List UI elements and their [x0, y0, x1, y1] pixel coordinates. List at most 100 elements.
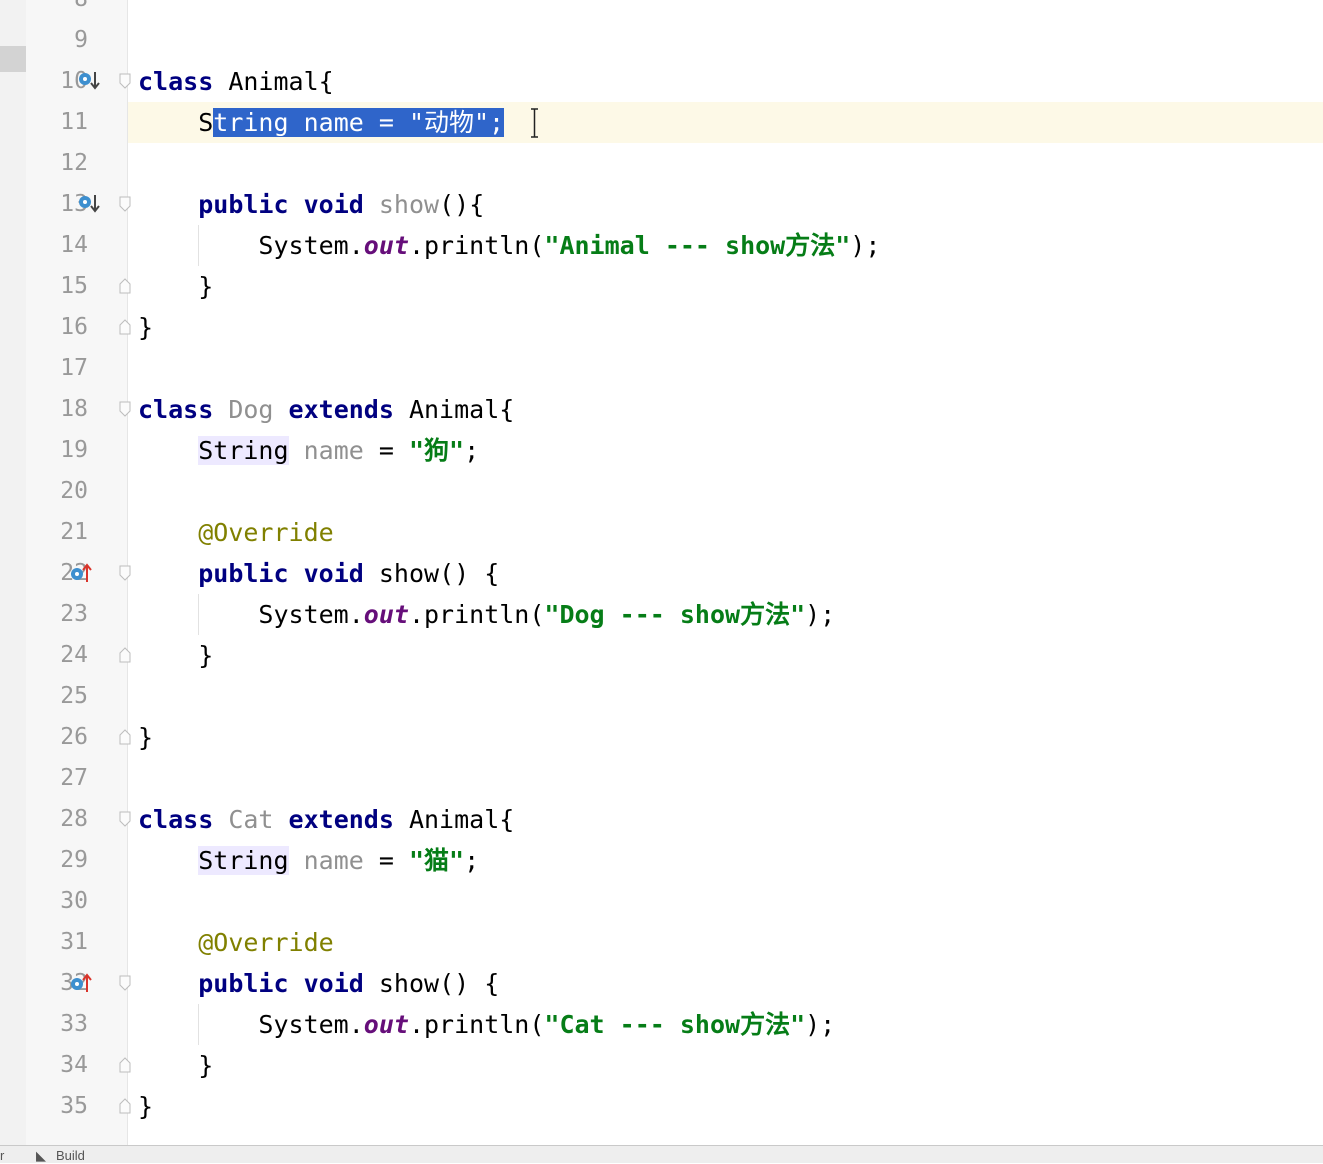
- line-number[interactable]: 9: [26, 20, 88, 61]
- code-line[interactable]: }: [138, 635, 213, 676]
- gutter-row: 31: [26, 922, 127, 963]
- code-token: ;: [464, 846, 480, 875]
- code-line[interactable]: System.out.println("Dog --- show方法");: [138, 594, 835, 635]
- code-line[interactable]: System.out.println("Animal --- show方法");: [138, 225, 880, 266]
- tool-window-strip: [0, 0, 27, 1145]
- overridden-method-icon[interactable]: [78, 193, 100, 213]
- indent-guide: [198, 225, 199, 266]
- code-token: void: [303, 559, 364, 588]
- fold-end-icon[interactable]: [119, 1057, 131, 1073]
- gutter-row: 15: [26, 266, 131, 307]
- code-token: }: [138, 272, 214, 301]
- code-line[interactable]: }: [138, 266, 213, 307]
- overrides-method-icon[interactable]: [70, 972, 92, 992]
- code-token: @Override: [198, 518, 334, 547]
- line-number[interactable]: 33: [26, 1004, 88, 1045]
- code-line[interactable]: String name = "动物";: [138, 102, 505, 143]
- line-number[interactable]: 30: [26, 881, 88, 922]
- fold-end-icon[interactable]: [119, 647, 131, 663]
- line-number[interactable]: 35: [26, 1086, 88, 1127]
- code-line[interactable]: public void show() {: [138, 553, 499, 594]
- gutter-row: 27: [26, 758, 127, 799]
- bottom-tab-fragment[interactable]: r: [0, 1148, 4, 1163]
- gutter-row: 9: [26, 20, 127, 61]
- build-tab[interactable]: Build: [56, 1148, 85, 1163]
- fold-collapse-icon[interactable]: [119, 196, 131, 212]
- code-line[interactable]: public void show(){: [138, 184, 484, 225]
- code-line[interactable]: class Animal{: [138, 61, 334, 102]
- line-number[interactable]: 27: [26, 758, 88, 799]
- gutter-row: 11: [26, 102, 127, 143]
- line-number[interactable]: 18: [26, 389, 88, 430]
- line-number[interactable]: 14: [26, 225, 88, 266]
- line-number[interactable]: 19: [26, 430, 88, 471]
- code-line[interactable]: }: [138, 1086, 153, 1127]
- gutter-row: 25: [26, 676, 127, 717]
- line-number[interactable]: 20: [26, 471, 88, 512]
- bottom-tool-bar: r ◣ Build: [0, 1145, 1323, 1163]
- line-number[interactable]: 24: [26, 635, 88, 676]
- fold-collapse-icon[interactable]: [119, 73, 131, 89]
- code-line[interactable]: String name = "猫";: [138, 840, 479, 881]
- code-token: ;: [464, 436, 480, 465]
- line-number[interactable]: 21: [26, 512, 88, 553]
- fold-collapse-icon[interactable]: [119, 975, 131, 991]
- line-number[interactable]: 28: [26, 799, 88, 840]
- code-token: .println(: [408, 231, 545, 260]
- fold-collapse-icon[interactable]: [119, 811, 131, 827]
- code-line[interactable]: @Override: [138, 922, 333, 963]
- code-token: out: [363, 600, 409, 629]
- line-number[interactable]: 12: [26, 143, 88, 184]
- code-token: =: [363, 846, 409, 875]
- line-number[interactable]: 11: [26, 102, 88, 143]
- code-line[interactable]: String name = "狗";: [138, 430, 479, 471]
- line-number[interactable]: 29: [26, 840, 88, 881]
- indent-guide: [198, 1004, 199, 1045]
- line-number[interactable]: 23: [26, 594, 88, 635]
- code-token: show() {: [363, 969, 500, 998]
- code-token: }: [138, 313, 154, 342]
- code-line[interactable]: }: [138, 1045, 213, 1086]
- code-token: System.: [138, 600, 364, 629]
- line-number[interactable]: 31: [26, 922, 88, 963]
- indent-guide: [198, 594, 199, 635]
- code-token: }: [138, 1092, 154, 1121]
- gutter-row: 32: [26, 963, 131, 1004]
- code-line[interactable]: }: [138, 307, 153, 348]
- code-token: Animal{: [393, 805, 515, 834]
- code-line[interactable]: class Dog extends Animal{: [138, 389, 514, 430]
- line-number[interactable]: 25: [26, 676, 88, 717]
- gutter-row: 20: [26, 471, 127, 512]
- line-number[interactable]: 15: [26, 266, 88, 307]
- gutter-row: 28: [26, 799, 131, 840]
- code-token: .println(: [408, 600, 545, 629]
- gutter-row: 17: [26, 348, 127, 389]
- code-token: void: [303, 969, 364, 998]
- code-line[interactable]: System.out.println("Cat --- show方法");: [138, 1004, 835, 1045]
- code-line[interactable]: public void show() {: [138, 963, 499, 1004]
- gutter-row: 35: [26, 1086, 131, 1127]
- tool-window-tab[interactable]: [0, 46, 26, 72]
- code-token: class: [138, 395, 214, 424]
- fold-end-icon[interactable]: [119, 1098, 131, 1114]
- line-number[interactable]: 26: [26, 717, 88, 758]
- code-line[interactable]: class Cat extends Animal{: [138, 799, 514, 840]
- fold-end-icon[interactable]: [119, 278, 131, 294]
- fold-end-icon[interactable]: [119, 729, 131, 745]
- line-number[interactable]: 17: [26, 348, 88, 389]
- code-line[interactable]: @Override: [138, 512, 334, 553]
- gutter-row: 24: [26, 635, 131, 676]
- line-number[interactable]: 16: [26, 307, 88, 348]
- overrides-method-icon[interactable]: [70, 562, 92, 582]
- code-line[interactable]: }: [138, 717, 153, 758]
- code-token: class: [138, 805, 214, 834]
- fold-end-icon[interactable]: [119, 319, 131, 335]
- fold-collapse-icon[interactable]: [119, 565, 131, 581]
- overridden-method-icon[interactable]: [78, 70, 100, 90]
- line-number[interactable]: 34: [26, 1045, 88, 1086]
- code-token: class: [138, 67, 214, 96]
- code-token: public: [198, 559, 289, 588]
- code-token: S: [198, 108, 214, 137]
- fold-collapse-icon[interactable]: [119, 401, 131, 417]
